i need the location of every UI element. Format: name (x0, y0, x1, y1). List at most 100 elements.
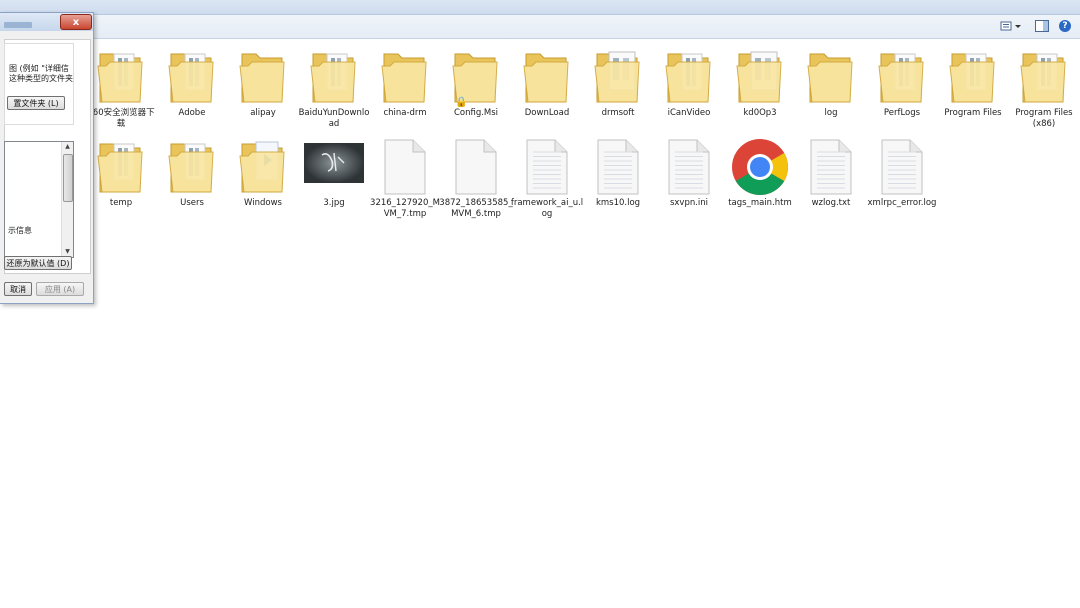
change-view-button[interactable] (998, 18, 1026, 34)
file-item[interactable]: drmsoft (581, 40, 655, 119)
folder-icon: 🔒 (439, 40, 513, 108)
preview-pane-button[interactable] (1034, 18, 1050, 34)
folder-icon (652, 40, 726, 106)
explorer-toolbar: ? (0, 0, 1080, 39)
help-button[interactable]: ? (1057, 18, 1073, 34)
apply-button[interactable]: 应用 (A) (36, 282, 84, 296)
file-item-label: 3872_18653585_MVM_6.tmp (439, 198, 513, 219)
folder-icon (1007, 40, 1080, 106)
folder-views-description-1: 图 (例如 "详细信 (9, 64, 69, 73)
file-item[interactable]: 🔒 Config.Msi (439, 40, 513, 119)
folder-icon (794, 40, 868, 106)
file-item-label: kms10.log (595, 198, 641, 208)
folder-icon (84, 40, 158, 106)
image-icon (297, 130, 371, 196)
file-item-label: 360安全浏览器下载 (87, 108, 155, 129)
file-item-label: temp (109, 198, 133, 208)
file-item-label: framework_ai_u.log (510, 198, 584, 219)
text-file-icon (794, 130, 868, 196)
file-item-label: china-drm (383, 108, 427, 118)
file-item[interactable]: 3872_18653585_MVM_6.tmp (439, 130, 513, 220)
apply-to-folders-button[interactable]: 置文件夹 (L) (7, 96, 65, 110)
scroll-up-icon[interactable]: ▲ (63, 142, 72, 151)
list-scrollbar[interactable]: ▲ ▼ (61, 142, 73, 257)
folder-icon (510, 40, 584, 106)
scroll-down-icon[interactable]: ▼ (63, 247, 72, 256)
file-item[interactable]: Program Files (936, 40, 1010, 119)
cancel-button[interactable]: 取消 (4, 282, 32, 296)
folder-icon (155, 130, 229, 196)
folder-icon (865, 40, 939, 106)
file-item[interactable]: 3216_127920_MVM_7.tmp (368, 130, 442, 220)
text-file-icon (510, 130, 584, 196)
dialog-title (4, 22, 32, 28)
text-file-icon (581, 130, 655, 196)
file-item-label: Windows (244, 198, 282, 208)
file-item[interactable]: sxvpn.ini (652, 130, 726, 209)
file-item-label: iCanVideo (667, 108, 711, 118)
file-item[interactable]: framework_ai_u.log (510, 130, 584, 220)
file-item[interactable]: china-drm (368, 40, 442, 119)
file-item[interactable]: kd0Op3 (723, 40, 797, 119)
file-item[interactable]: iCanVideo (652, 40, 726, 119)
folder-icon (226, 40, 300, 106)
file-item[interactable]: DownLoad (510, 40, 584, 119)
file-item-label: log (824, 108, 838, 118)
file-item-label: Adobe (178, 108, 206, 118)
file-item[interactable]: kms10.log (581, 130, 655, 209)
folder-icon (581, 40, 655, 106)
folder-icon (155, 40, 229, 106)
file-item[interactable]: Users (155, 130, 229, 209)
file-item-label: BaiduYunDownload (298, 108, 370, 129)
file-item-label: tags_main.htm (728, 198, 792, 208)
scroll-thumb[interactable] (63, 154, 73, 202)
chrome-icon (723, 130, 797, 196)
dialog-close-button[interactable]: x (60, 14, 92, 30)
folder-icon (723, 40, 797, 106)
folder-views-group: 图 (例如 "详细信 这种类型的文件夹 置文件夹 (L) (4, 43, 74, 125)
lock-icon: 🔒 (455, 97, 468, 108)
file-item[interactable]: tags_main.htm (723, 130, 797, 209)
file-item-label: 3216_127920_MVM_7.tmp (370, 198, 440, 219)
file-icon (439, 130, 513, 196)
folder-icon (226, 130, 300, 196)
file-item[interactable]: Adobe (155, 40, 229, 119)
file-item-label: Config.Msi (453, 108, 499, 118)
file-item-label: PerfLogs (883, 108, 921, 118)
file-item-label: DownLoad (524, 108, 570, 118)
folder-options-dialog: x 图 (例如 "详细信 这种类型的文件夹 置文件夹 (L) 示信息 ▲ ▼ 还… (0, 12, 94, 304)
file-item[interactable]: Program Files (x86) (1007, 40, 1080, 130)
file-item-label: Users (180, 198, 204, 208)
file-item-label: Program Files (x86) (1015, 108, 1073, 129)
restore-defaults-button[interactable]: 还原为默认值 (D) (4, 256, 72, 270)
help-icon: ? (1059, 20, 1071, 32)
file-item-label: drmsoft (601, 108, 635, 118)
dialog-titlebar[interactable]: x (0, 13, 93, 31)
file-item[interactable]: log (794, 40, 868, 119)
file-item[interactable]: BaiduYunDownload (297, 40, 371, 130)
address-bar-strip (0, 0, 1080, 15)
folder-icon (297, 40, 371, 106)
file-item-label: 3.jpg (323, 198, 345, 208)
file-item[interactable]: temp (84, 130, 158, 209)
file-item[interactable]: Windows (226, 130, 300, 209)
file-item[interactable]: alipay (226, 40, 300, 119)
advanced-settings-list[interactable]: 示信息 ▲ ▼ (4, 141, 74, 258)
file-item-label: Program Files (944, 108, 1002, 118)
folder-icon (936, 40, 1010, 106)
file-item[interactable]: xmlrpc_error.log (865, 130, 939, 209)
list-item[interactable]: 示信息 (8, 226, 32, 235)
file-item[interactable]: 360安全浏览器下载 (84, 40, 158, 130)
file-item[interactable]: PerfLogs (865, 40, 939, 119)
preview-pane-icon (1035, 20, 1049, 32)
folder-views-description-2: 这种类型的文件夹 (9, 74, 73, 83)
views-icon (1000, 21, 1021, 31)
file-item-label: kd0Op3 (743, 108, 777, 118)
file-item[interactable]: wzlog.txt (794, 130, 868, 209)
file-item-label: wzlog.txt (811, 198, 851, 208)
file-item-label: xmlrpc_error.log (867, 198, 937, 208)
file-icon (368, 130, 442, 196)
file-item[interactable]: 3.jpg (297, 130, 371, 209)
file-item-label: alipay (250, 108, 276, 118)
text-file-icon (652, 130, 726, 196)
